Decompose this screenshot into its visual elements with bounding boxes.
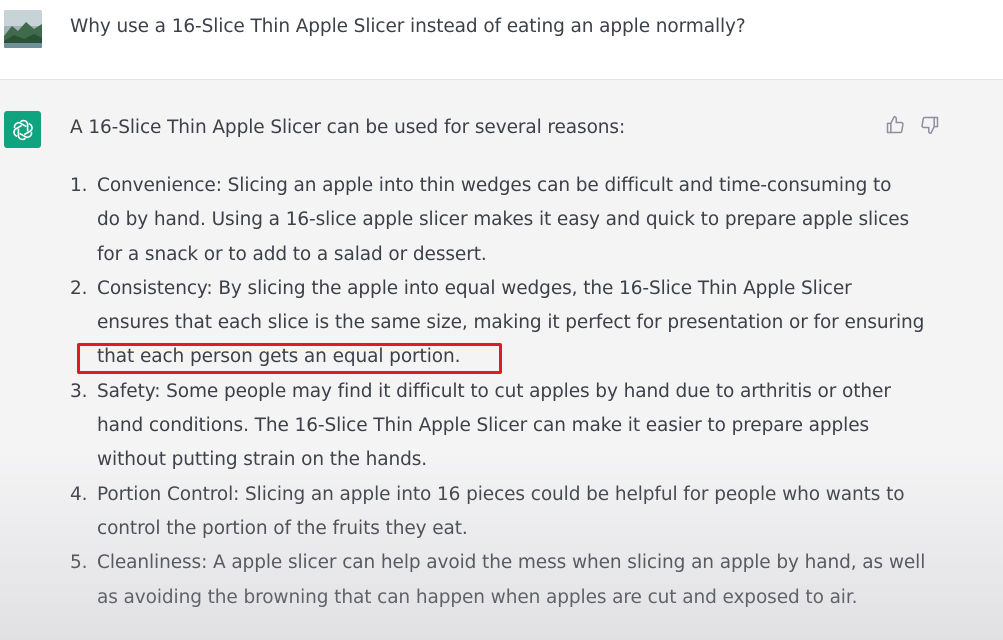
list-item: 3. Safety: Some people may find it diffi… bbox=[0, 375, 897, 478]
list-item-line: as avoiding the browning that can happen… bbox=[97, 586, 858, 608]
answer-list: 1. Convenience: Slicing an apple into th… bbox=[0, 169, 926, 615]
list-item-line: Safety: Some people may find it difficul… bbox=[97, 380, 891, 402]
user-avatar-icon bbox=[4, 10, 42, 48]
assistant-message-row: A 16-Slice Thin Apple Slicer can be used… bbox=[0, 80, 1003, 640]
list-item-number: 4. bbox=[70, 483, 88, 505]
list-item-line: for a snack or to add to a salad or dess… bbox=[97, 243, 487, 265]
list-item: 5. Cleanliness: A apple slicer can help … bbox=[0, 546, 926, 615]
list-item-line: control the portion of the fruits they e… bbox=[97, 517, 468, 539]
list-item-line: Convenience: Slicing an apple into thin … bbox=[97, 175, 892, 196]
thumbs-down-icon[interactable] bbox=[919, 114, 941, 136]
list-item: 4. Portion Control: Slicing an apple int… bbox=[0, 478, 905, 547]
list-item-line: hand conditions. The 16-Slice Thin Apple… bbox=[97, 415, 870, 437]
openai-logo-icon bbox=[4, 111, 41, 148]
thumbs-up-icon[interactable] bbox=[884, 114, 906, 136]
list-item-line: Portion Control: Slicing an apple into 1… bbox=[97, 483, 905, 505]
list-item-line: Consistency: By slicing the apple into e… bbox=[97, 277, 852, 299]
list-item: 2. Consistency: By slicing the apple int… bbox=[0, 272, 925, 375]
list-item-number: 2. bbox=[70, 277, 88, 299]
list-item: 1. Convenience: Slicing an apple into th… bbox=[0, 169, 910, 272]
user-question-text: Why use a 16-Slice Thin Apple Slicer ins… bbox=[70, 16, 746, 37]
list-item-line: without putting strain on the hands. bbox=[97, 449, 428, 471]
assistant-intro-text: A 16-Slice Thin Apple Slicer can be used… bbox=[70, 117, 626, 138]
list-item-number: 3. bbox=[70, 380, 88, 402]
list-item-number: 5. bbox=[70, 552, 88, 574]
list-item-line: do by hand. Using a 16-slice apple slice… bbox=[97, 209, 910, 231]
list-item-line: ensures that each slice is the same size… bbox=[97, 312, 925, 334]
list-item-line: Cleanliness: A apple slicer can help avo… bbox=[97, 552, 926, 574]
user-message-row: Why use a 16-Slice Thin Apple Slicer ins… bbox=[0, 0, 1003, 80]
list-item-number: 1. bbox=[70, 175, 88, 196]
list-item-line: that each person gets an equal portion. bbox=[97, 346, 461, 368]
